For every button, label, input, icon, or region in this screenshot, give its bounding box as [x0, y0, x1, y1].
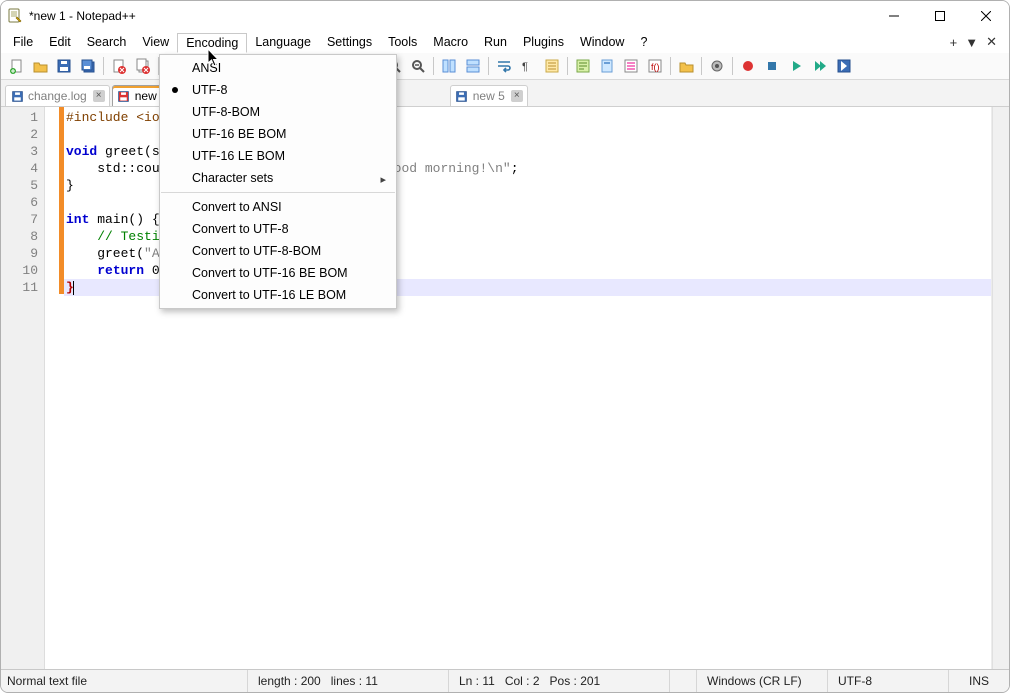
- stop-button[interactable]: [761, 55, 783, 77]
- toolbar-separator: [701, 57, 702, 75]
- close-button[interactable]: [108, 55, 130, 77]
- encoding-option-convert-to-utf-8-bom[interactable]: Convert to UTF-8-BOM: [160, 240, 396, 262]
- svg-text:f(): f(): [651, 62, 660, 72]
- menu-encoding[interactable]: Encoding: [177, 33, 247, 53]
- status-eol[interactable]: Windows (CR LF): [697, 670, 828, 692]
- tab-close-button[interactable]: ×: [511, 90, 523, 102]
- open-file-button[interactable]: [29, 55, 51, 77]
- menu-plugins[interactable]: Plugins: [515, 33, 572, 51]
- window-title: *new 1 - Notepad++: [29, 9, 136, 23]
- close-all-button[interactable]: [132, 55, 154, 77]
- maximize-button[interactable]: [917, 1, 963, 31]
- dropdown-icon[interactable]: ▼: [965, 35, 978, 50]
- fold-margin: [45, 107, 59, 669]
- tab-label: change.log: [28, 89, 87, 103]
- svg-text:¶: ¶: [522, 61, 528, 73]
- menu-window[interactable]: Window: [572, 33, 632, 51]
- menu-tools[interactable]: Tools: [380, 33, 425, 51]
- minimize-button[interactable]: [871, 1, 917, 31]
- encoding-option-utf-8-bom[interactable]: UTF-8-BOM: [160, 101, 396, 123]
- play-multi-button[interactable]: [809, 55, 831, 77]
- wrap-button[interactable]: [493, 55, 515, 77]
- encoding-menu: ANSIUTF-8UTF-8-BOMUTF-16 BE BOMUTF-16 LE…: [159, 54, 397, 309]
- scrollbar-vertical[interactable]: [992, 107, 1009, 669]
- menu-view[interactable]: View: [134, 33, 177, 51]
- toolbar-separator: [488, 57, 489, 75]
- toolbar-separator: [670, 57, 671, 75]
- toolbar-separator: [433, 57, 434, 75]
- tab-new-5[interactable]: new 5 ×: [450, 85, 528, 106]
- status-encoding[interactable]: UTF-8: [828, 670, 949, 692]
- gutter: 1234567891011: [1, 107, 45, 669]
- menu-edit[interactable]: Edit: [41, 33, 79, 51]
- encoding-option-convert-to-utf-16-le-bom[interactable]: Convert to UTF-16 LE BOM: [160, 284, 396, 306]
- toolbar: ¶ f(): [1, 53, 1009, 80]
- save-macro-button[interactable]: [833, 55, 855, 77]
- all-chars-button[interactable]: ¶: [517, 55, 539, 77]
- toolbar-separator: [567, 57, 568, 75]
- status-insert[interactable]: INS: [949, 670, 1009, 692]
- tab-close-button[interactable]: ×: [93, 90, 105, 102]
- close-doc-icon[interactable]: ✕: [986, 34, 997, 50]
- menu-file[interactable]: File: [5, 33, 41, 51]
- folder-button[interactable]: [675, 55, 697, 77]
- zoom-out-button[interactable]: [407, 55, 429, 77]
- status-bar: Normal text file length : 200 lines : 11…: [1, 669, 1009, 692]
- save-all-button[interactable]: [77, 55, 99, 77]
- app-icon: [7, 8, 23, 24]
- menu-separator: [161, 192, 395, 193]
- tab-bar: change.log×new 1×new 5×: [1, 80, 1009, 107]
- func-list-button[interactable]: f(): [644, 55, 666, 77]
- sync-h-button[interactable]: [462, 55, 484, 77]
- status-filetype: Normal text file: [1, 670, 248, 692]
- encoding-option-character-sets[interactable]: Character sets▸: [160, 167, 396, 189]
- encoding-option-convert-to-utf-8[interactable]: Convert to UTF-8: [160, 218, 396, 240]
- lang-udl-button[interactable]: [572, 55, 594, 77]
- save-button[interactable]: [53, 55, 75, 77]
- toolbar-separator: [732, 57, 733, 75]
- menu-bar: FileEditSearchViewEncodingLanguageSettin…: [1, 31, 1009, 53]
- title-bar: *new 1 - Notepad++: [1, 1, 1009, 31]
- status-length: length : 200 lines : 11: [248, 670, 449, 692]
- encoding-option-utf-8[interactable]: UTF-8: [160, 79, 396, 101]
- disk-icon: [117, 89, 131, 103]
- menu-settings[interactable]: Settings: [319, 33, 380, 51]
- doc-map-button[interactable]: [596, 55, 618, 77]
- disk-icon: [455, 89, 469, 103]
- encoding-option-utf-16-le-bom[interactable]: UTF-16 LE BOM: [160, 145, 396, 167]
- tab-label: new 5: [473, 89, 505, 103]
- status-spacer: [670, 670, 697, 692]
- toolbar-separator: [103, 57, 104, 75]
- editor: 1234567891011 #include <iostream>void gr…: [1, 107, 1009, 669]
- encoding-option-ansi[interactable]: ANSI: [160, 57, 396, 79]
- play-button[interactable]: [785, 55, 807, 77]
- menu-run[interactable]: Run: [476, 33, 515, 51]
- monitor-button[interactable]: [706, 55, 728, 77]
- doc-list-button[interactable]: [620, 55, 642, 77]
- menu-search[interactable]: Search: [79, 33, 135, 51]
- menu-language[interactable]: Language: [247, 33, 319, 51]
- indent-guide-button[interactable]: [541, 55, 563, 77]
- menu-macro[interactable]: Macro: [425, 33, 476, 51]
- new-file-button[interactable]: [5, 55, 27, 77]
- encoding-option-convert-to-ansi[interactable]: Convert to ANSI: [160, 196, 396, 218]
- encoding-option-utf-16-be-bom[interactable]: UTF-16 BE BOM: [160, 123, 396, 145]
- rec-button[interactable]: [737, 55, 759, 77]
- sync-v-button[interactable]: [438, 55, 460, 77]
- new-tab-icon[interactable]: +: [950, 35, 958, 50]
- disk-icon: [10, 89, 24, 103]
- menu-help[interactable]: ?: [632, 33, 655, 51]
- status-pos: Ln : 11 Col : 2 Pos : 201: [449, 670, 670, 692]
- encoding-option-convert-to-utf-16-be-bom[interactable]: Convert to UTF-16 BE BOM: [160, 262, 396, 284]
- tab-change.log[interactable]: change.log ×: [5, 85, 110, 106]
- close-button[interactable]: [963, 1, 1009, 31]
